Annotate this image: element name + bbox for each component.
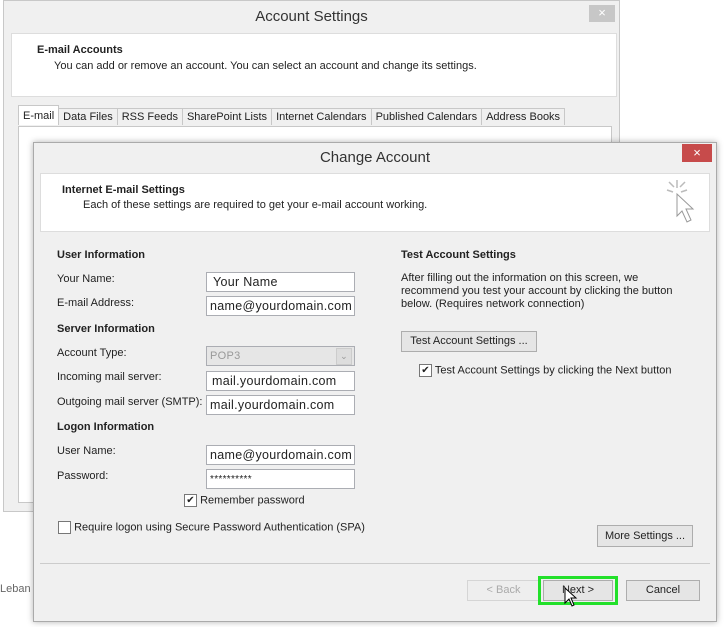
header-title: Internet E-mail Settings bbox=[62, 184, 185, 196]
test-on-next-label: Test Account Settings by clicking the Ne… bbox=[434, 364, 672, 377]
header-desc: You can add or remove an account. You ca… bbox=[54, 60, 477, 72]
tab-published-calendars[interactable]: Published Calendars bbox=[370, 108, 483, 125]
logon-info-heading: Logon Information bbox=[57, 421, 155, 433]
your-name-label: Your Name: bbox=[57, 273, 115, 285]
more-settings-button[interactable]: More Settings ... bbox=[597, 525, 693, 547]
cancel-button[interactable]: Cancel bbox=[626, 580, 700, 601]
tab-email[interactable]: E-mail bbox=[18, 105, 60, 125]
email-input[interactable]: name@yourdomain.com bbox=[206, 296, 355, 316]
window-title: Account Settings bbox=[255, 8, 368, 25]
tab-internet-calendars[interactable]: Internet Calendars bbox=[271, 108, 372, 125]
test-account-settings-button[interactable]: Test Account Settings ... bbox=[401, 331, 537, 352]
test-heading: Test Account Settings bbox=[401, 249, 516, 261]
user-name-input[interactable]: name@yourdomain.com bbox=[206, 445, 355, 465]
close-button[interactable]: × bbox=[682, 144, 712, 162]
account-type-value: POP3 bbox=[210, 350, 241, 362]
server-info-heading: Server Information bbox=[57, 323, 155, 335]
dialog-header: Internet E-mail Settings Each of these s… bbox=[40, 173, 710, 232]
remember-password-label: Remember password bbox=[200, 494, 305, 507]
outgoing-label: Outgoing mail server (SMTP): bbox=[57, 396, 203, 408]
password-input[interactable]: ********** bbox=[206, 469, 355, 489]
header-desc: Each of these settings are required to g… bbox=[83, 199, 428, 211]
account-type-select[interactable]: POP3 ⌄ bbox=[206, 346, 355, 366]
background-text: Leban bbox=[0, 583, 31, 595]
accounts-header: E-mail Accounts You can add or remove an… bbox=[11, 33, 617, 97]
next-button[interactable]: Next > bbox=[543, 580, 613, 601]
tab-rss-feeds[interactable]: RSS Feeds bbox=[116, 108, 183, 125]
password-label: Password: bbox=[57, 470, 109, 482]
user-info-heading: User Information bbox=[57, 249, 146, 261]
spa-label: Require logon using Secure Password Auth… bbox=[74, 521, 365, 534]
checkbox-unchecked-icon bbox=[58, 521, 71, 534]
chevron-down-icon: ⌄ bbox=[336, 348, 352, 365]
change-account-dialog: Change Account × Internet E-mail Setting… bbox=[33, 142, 717, 622]
divider bbox=[40, 563, 710, 564]
cursor-click-icon bbox=[666, 180, 695, 223]
test-on-next-checkbox[interactable]: ✔ Test Account Settings by clicking the … bbox=[419, 364, 672, 377]
tab-data-files[interactable]: Data Files bbox=[58, 108, 118, 125]
checkmark-icon: ✔ bbox=[419, 364, 432, 377]
tab-bar: E-mail Data Files RSS Feeds SharePoint L… bbox=[18, 105, 566, 125]
header-title: E-mail Accounts bbox=[37, 44, 123, 56]
back-button[interactable]: < Back bbox=[467, 580, 540, 601]
remember-password-checkbox[interactable]: ✔ Remember password bbox=[184, 494, 305, 507]
incoming-label: Incoming mail server: bbox=[57, 371, 162, 383]
close-button[interactable]: × bbox=[589, 5, 615, 22]
mouse-cursor-icon bbox=[564, 587, 578, 607]
user-name-label: User Name: bbox=[57, 445, 116, 457]
checkmark-icon: ✔ bbox=[184, 494, 197, 507]
tab-sharepoint-lists[interactable]: SharePoint Lists bbox=[181, 108, 273, 125]
email-label: E-mail Address: bbox=[57, 297, 135, 309]
account-type-label: Account Type: bbox=[57, 347, 127, 359]
dialog-title: Change Account bbox=[319, 149, 431, 166]
outgoing-server-input[interactable]: mail.yourdomain.com bbox=[206, 395, 355, 415]
incoming-server-input[interactable]: mail.yourdomain.com bbox=[206, 371, 355, 391]
test-desc: After filling out the information on thi… bbox=[401, 272, 673, 310]
spa-checkbox[interactable]: Require logon using Secure Password Auth… bbox=[58, 521, 365, 534]
tab-address-books[interactable]: Address Books bbox=[481, 108, 566, 125]
your-name-input[interactable]: Your Name bbox=[206, 272, 355, 292]
